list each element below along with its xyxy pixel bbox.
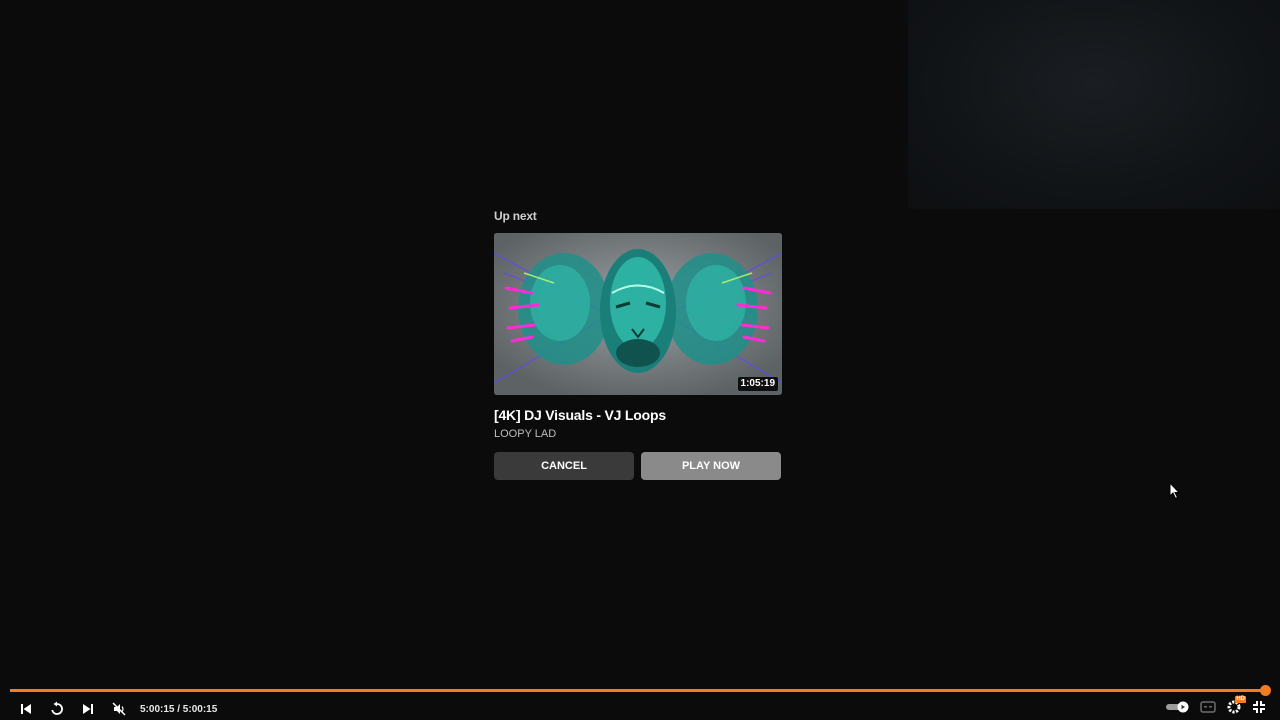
up-next-label: Up next [494,209,537,223]
hd-badge: HD [1235,695,1246,703]
controls-right: HD [1166,695,1266,720]
up-next-actions: CANCEL PLAY NOW [494,452,782,480]
autoplay-toggle-icon[interactable] [1166,700,1190,718]
next-video-channel: LOOPY LAD [494,428,557,440]
player-controls: 5:00:15 / 5:00:15 HD [0,684,1280,720]
next-video-title[interactable]: [4K] DJ Visuals - VJ Loops [494,406,782,424]
subtitles-icon[interactable] [1200,700,1216,718]
settings-icon[interactable]: HD [1226,695,1246,720]
duration-badge: 1:05:19 [737,377,778,391]
video-player[interactable]: Up next 1:05:19 [4K] DJ Visuals - VJ Loo… [0,0,1280,720]
mute-icon[interactable] [107,700,131,718]
exit-fullscreen-icon[interactable] [1252,700,1266,719]
previous-icon[interactable] [14,700,38,718]
thumbnail-artwork [494,233,782,395]
progress-scrubber[interactable] [1260,685,1271,696]
progress-fill [10,689,1266,692]
next-icon[interactable] [76,700,100,718]
up-next-panel: Up next 1:05:19 [4K] DJ Visuals - VJ Loo… [494,208,782,480]
mouse-cursor-icon [1169,482,1181,500]
replay-icon[interactable] [45,700,69,718]
cancel-button[interactable]: CANCEL [494,452,634,480]
time-display: 5:00:15 / 5:00:15 [140,703,218,715]
progress-bar[interactable] [10,685,1271,696]
play-now-button[interactable]: PLAY NOW [641,452,781,480]
next-video-thumbnail[interactable]: 1:05:19 [494,233,782,395]
controls-left: 5:00:15 / 5:00:15 [14,700,217,718]
video-frame-preview [908,0,1280,209]
